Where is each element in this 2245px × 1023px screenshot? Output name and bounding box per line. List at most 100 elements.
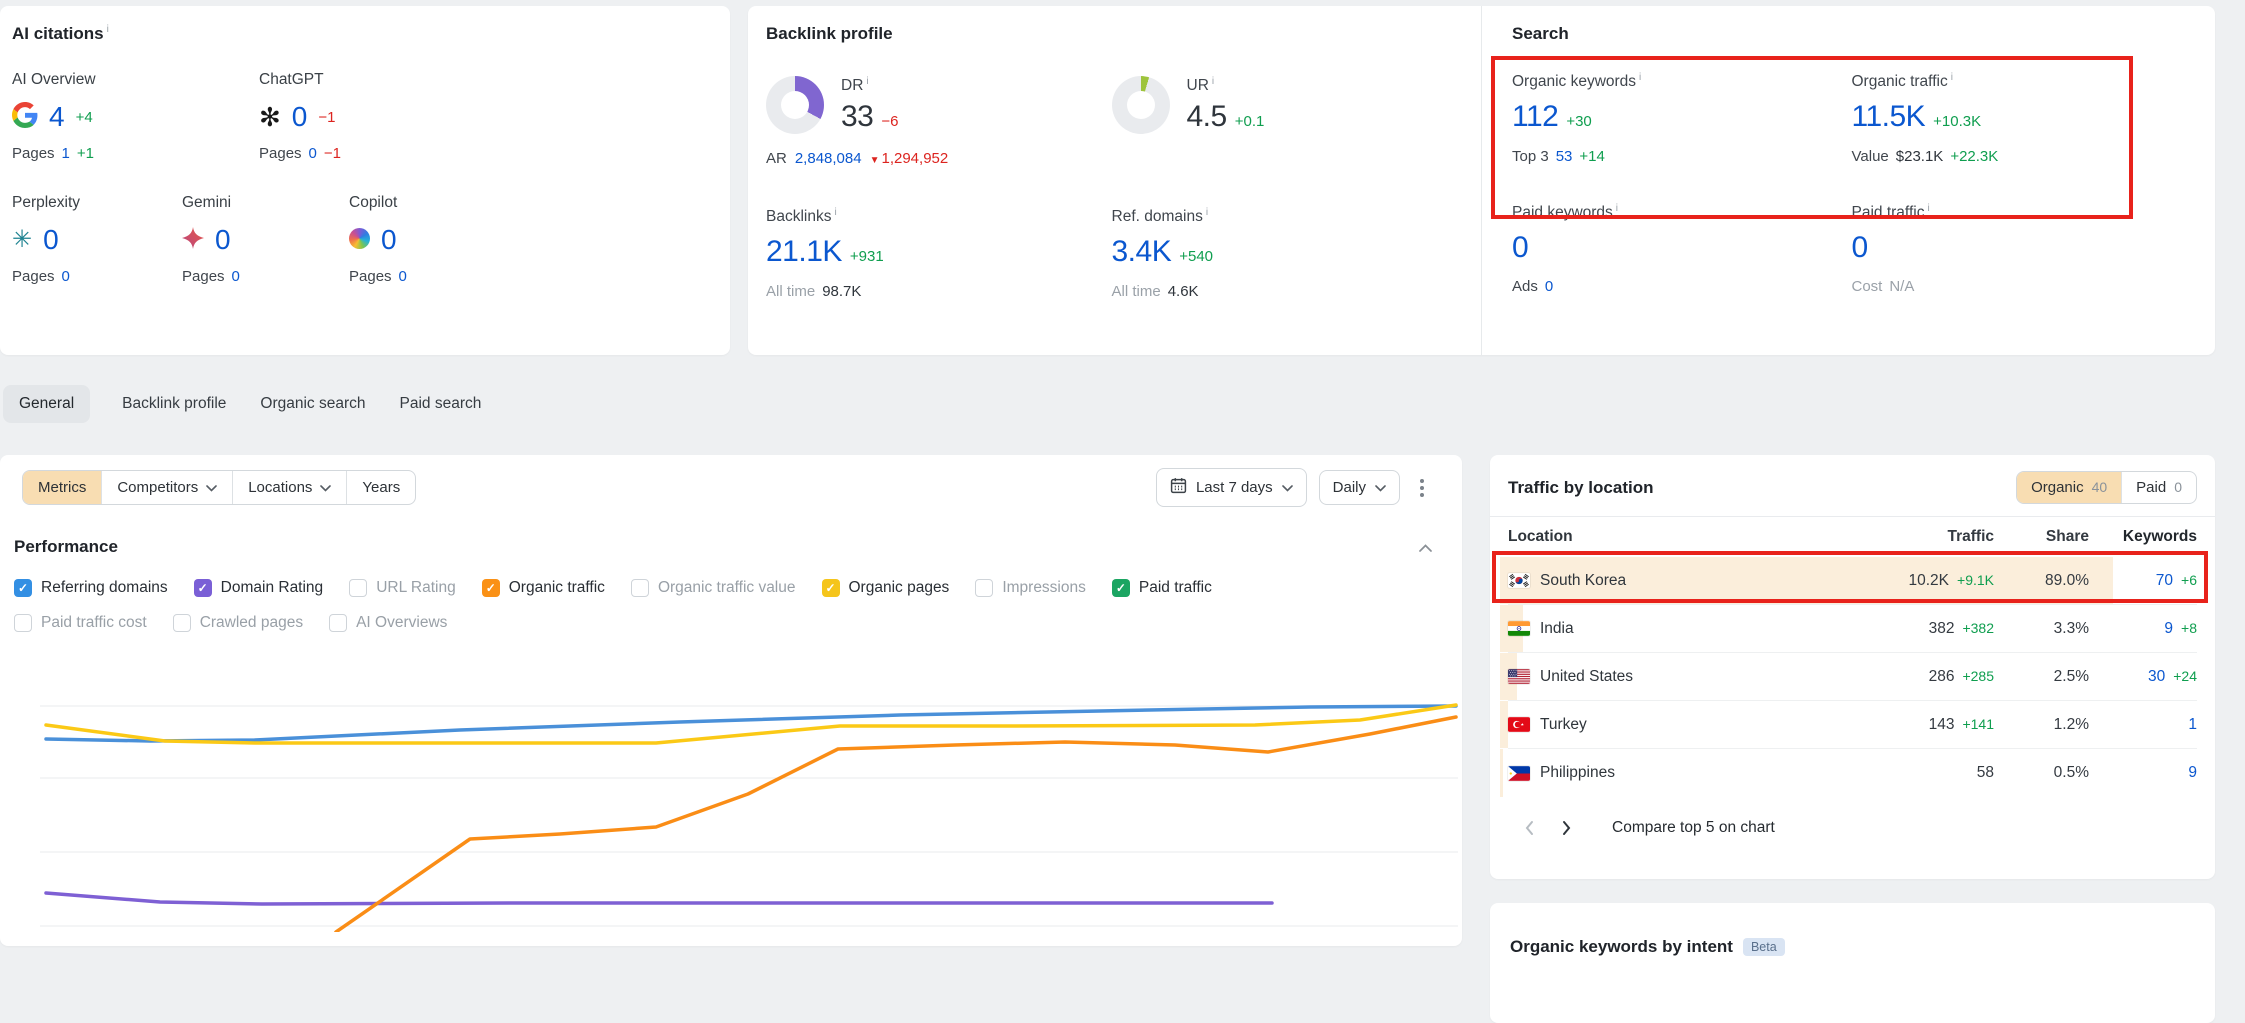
ai-citations-title: AI citationsi: [12, 24, 714, 44]
stat-sub-label: All time: [1112, 283, 1161, 300]
prev-page-button[interactable]: [1510, 809, 1548, 847]
date-range-button[interactable]: Last 7 days: [1156, 468, 1307, 507]
google-icon: [12, 102, 38, 132]
ai-stat-label: Gemini: [182, 194, 349, 212]
info-icon[interactable]: i: [1616, 203, 1618, 214]
stat-sub-label: Top 3: [1512, 148, 1549, 165]
stat-value[interactable]: 21.1K: [766, 236, 842, 268]
dr-gauge-donut: [766, 76, 824, 134]
pages-value[interactable]: 1: [62, 145, 70, 162]
metric-checkbox-domain-rating[interactable]: ✓ Domain Rating: [194, 579, 324, 597]
pages-delta: −1: [324, 145, 341, 162]
toggle-paid[interactable]: Paid0: [2121, 472, 2196, 503]
tab-paid-search[interactable]: Paid search: [398, 385, 484, 423]
info-icon[interactable]: i: [1951, 72, 1953, 83]
stat-sub-value: 98.7K: [822, 283, 861, 300]
info-icon[interactable]: i: [866, 76, 868, 87]
ur-label: URi: [1187, 76, 1265, 95]
ai-stat-value: 0: [215, 224, 231, 256]
keywords-value[interactable]: 30: [2148, 668, 2165, 686]
pages-value[interactable]: 0: [232, 268, 240, 285]
chevron-down-icon: [1375, 479, 1386, 496]
segment-locations[interactable]: Locations: [232, 471, 346, 504]
header-location: Location: [1508, 528, 1836, 546]
next-page-button[interactable]: [1548, 809, 1586, 847]
toggle-count: 40: [2092, 479, 2108, 495]
location-row-turkey[interactable]: Turkey143+1411.2%1: [1508, 701, 2197, 749]
metric-checkbox-referring-domains[interactable]: ✓Referring domains: [14, 579, 168, 597]
pages-value[interactable]: 0: [399, 268, 407, 285]
ai-stat-value: 0: [292, 101, 308, 133]
metric-checkbox-url-rating[interactable]: URL Rating: [349, 579, 456, 597]
tab-backlink-profile[interactable]: Backlink profile: [120, 385, 228, 423]
location-row-united-states[interactable]: United States286+2852.5%30+24: [1508, 653, 2197, 701]
ur-stat: URi 4.5+0.1: [1112, 76, 1458, 134]
series-domain-rating: [46, 893, 1272, 904]
ur-gauge-donut: [1112, 76, 1170, 134]
metric-checkbox-paid-traffic[interactable]: ✓Paid traffic: [1112, 579, 1212, 597]
info-icon[interactable]: i: [1927, 203, 1929, 214]
toggle-organic[interactable]: Organic40: [2017, 472, 2121, 503]
metric-checkbox-ai-overviews[interactable]: AI Overviews: [329, 614, 447, 632]
checkbox-checked-icon: ✓: [822, 579, 840, 597]
stat-delta: +30: [1566, 113, 1591, 130]
metric-checkbox-impressions[interactable]: Impressions: [975, 579, 1086, 597]
metric-checkbox-organic-traffic[interactable]: ✓Organic traffic: [482, 579, 605, 597]
stat-value[interactable]: 3.4K: [1112, 236, 1172, 268]
stat-value[interactable]: 0: [1852, 232, 1868, 264]
copilot-icon: [349, 228, 370, 253]
pages-value[interactable]: 0: [309, 145, 317, 162]
keywords-value[interactable]: 70: [2156, 572, 2173, 590]
ar-value[interactable]: 2,848,084: [795, 150, 862, 167]
segment-years[interactable]: Years: [346, 471, 415, 504]
info-icon[interactable]: i: [1212, 76, 1214, 87]
collapse-chevron-icon[interactable]: [1419, 539, 1432, 556]
calendar-icon: [1170, 477, 1187, 498]
info-icon[interactable]: i: [1639, 72, 1641, 83]
keywords-by-intent-card: Organic keywords by intent Beta: [1490, 903, 2215, 1023]
metric-checkbox-crawled-pages[interactable]: Crawled pages: [173, 614, 303, 632]
segment-metrics[interactable]: Metrics: [23, 471, 101, 504]
header-share: Share: [1994, 528, 2089, 546]
tab-organic-search[interactable]: Organic search: [258, 385, 367, 423]
stat-sub-value[interactable]: 0: [1545, 278, 1553, 295]
info-icon[interactable]: i: [1206, 207, 1208, 218]
tab-general[interactable]: General: [3, 385, 90, 423]
checkbox-checked-icon: ✓: [194, 579, 212, 597]
stat-sub-label: Ads: [1512, 278, 1538, 295]
stat-sub-value[interactable]: 53: [1556, 148, 1573, 165]
metric-checkbox-organic-pages[interactable]: ✓Organic pages: [822, 579, 950, 597]
segment-competitors[interactable]: Competitors: [101, 471, 232, 504]
keywords-value[interactable]: 9: [2164, 620, 2173, 638]
stat-sub-label: Cost: [1852, 278, 1883, 295]
stat-value[interactable]: 11.5K: [1852, 101, 1926, 133]
metric-checkbox-paid-traffic-cost[interactable]: Paid traffic cost: [14, 614, 147, 632]
stat-value[interactable]: 0: [1512, 232, 1528, 264]
location-row-india[interactable]: India382+3823.3%9+8: [1508, 605, 2197, 653]
stat-value[interactable]: 112: [1512, 101, 1558, 133]
granularity-button[interactable]: Daily: [1319, 470, 1400, 505]
info-icon[interactable]: i: [834, 207, 836, 218]
location-table-header: LocationTrafficShareKeywords: [1508, 517, 2197, 557]
info-icon[interactable]: i: [107, 24, 109, 35]
metric-checkbox-label: Referring domains: [41, 579, 168, 597]
metric-checkbox-label: Domain Rating: [221, 579, 324, 597]
location-row-south-korea[interactable]: South Korea10.2K+9.1K89.0%70+6: [1508, 557, 2197, 605]
dr-delta: −6: [881, 113, 898, 130]
keywords-value[interactable]: 1: [2188, 716, 2197, 734]
location-row-philippines[interactable]: Philippines580.5%9: [1508, 749, 2197, 797]
more-options-button[interactable]: [1412, 473, 1432, 503]
down-triangle-icon: ▼: [870, 155, 880, 166]
stat-sub-value: 4.6K: [1168, 283, 1199, 300]
stat-label: Paid traffici: [1852, 203, 2192, 222]
stat-sub-label: All time: [766, 283, 815, 300]
backlink-profile-title: Backlink profile: [766, 24, 1457, 44]
metric-checkbox-organic-traffic-value[interactable]: Organic traffic value: [631, 579, 796, 597]
segment-label: Metrics: [38, 479, 86, 496]
keywords-value[interactable]: 9: [2188, 764, 2197, 782]
checkbox-unchecked-icon: [349, 579, 367, 597]
stat-delta: +931: [850, 248, 884, 265]
share-value: 2.5%: [1994, 668, 2089, 686]
compare-top5-link[interactable]: Compare top 5 on chart: [1612, 819, 1775, 837]
pages-value[interactable]: 0: [62, 268, 70, 285]
